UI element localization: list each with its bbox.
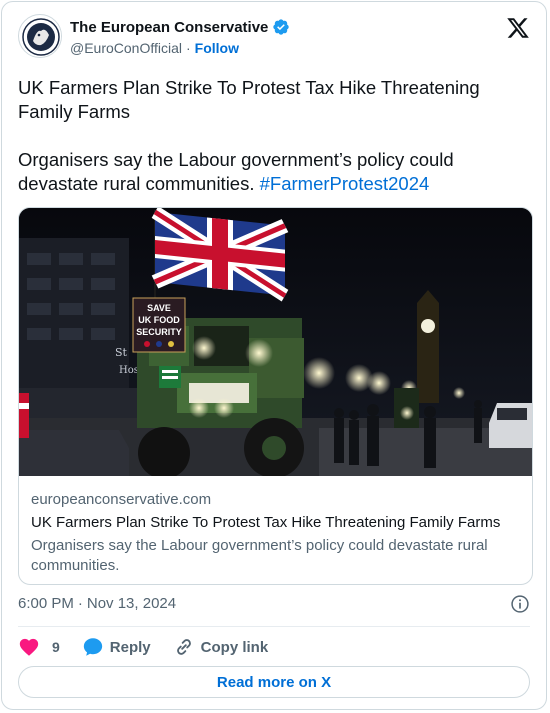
link-icon — [176, 639, 191, 655]
link-preview-card[interactable]: St Hospital — [18, 207, 533, 585]
link-title: UK Farmers Plan Strike To Protest Tax Hi… — [31, 514, 501, 531]
heart-icon — [19, 638, 39, 656]
reply-bubble-icon — [83, 638, 102, 656]
link-domain: europeanconservative.com — [31, 491, 212, 508]
avatar-logo-icon — [20, 16, 61, 57]
info-icon[interactable] — [510, 594, 530, 614]
avatar[interactable] — [18, 14, 62, 58]
copy-link-label: Copy link — [200, 638, 269, 656]
handle-row: @EuroConOfficial · Follow — [70, 40, 239, 56]
x-logo-icon[interactable] — [506, 16, 530, 40]
farmers-tractor-protest-photo: St Hospital — [19, 208, 532, 476]
timestamp-time: 6:00 PM — [18, 595, 74, 612]
display-name[interactable]: The European Conservative — [70, 19, 268, 36]
reply-label: Reply — [109, 638, 151, 656]
timestamp-date: Nov 13, 2024 — [86, 595, 177, 612]
tweet-text-line1: UK Farmers Plan Strike To Protest Tax Hi… — [18, 77, 480, 122]
svg-text:St: St — [115, 346, 128, 359]
tweet-header: The European Conservative @EuroConOffici… — [18, 14, 530, 62]
tweet-text-line2: Organisers say the Labour government’s p… — [18, 148, 498, 196]
tweet-text: UK Farmers Plan Strike To Protest Tax Hi… — [18, 76, 498, 196]
link-description: Organisers say the Labour government’s p… — [31, 537, 488, 574]
hashtag-link[interactable]: #FarmerProtest2024 — [260, 173, 430, 194]
like-button[interactable]: 9 — [18, 636, 60, 658]
follow-button[interactable]: Follow — [195, 40, 239, 56]
divider — [18, 626, 530, 627]
tweet-embed-card: The European Conservative @EuroConOffici… — [1, 1, 547, 710]
tweet-timestamp[interactable]: 6:00 PM · Nov 13, 2024 — [18, 595, 176, 612]
photo-sign-line3: SECURITY — [136, 327, 182, 337]
verified-badge-icon — [273, 19, 290, 35]
copy-link-button[interactable]: Copy link — [173, 636, 269, 658]
read-more-button[interactable]: Read more on X — [18, 666, 530, 698]
link-preview-meta: europeanconservative.com UK Farmers Plan… — [31, 490, 520, 576]
handle-separator: · — [186, 40, 191, 56]
name-row: The European Conservative — [70, 18, 290, 36]
action-bar: 9 Reply Copy link — [18, 634, 290, 660]
photo-sign-line1: SAVE — [147, 303, 171, 313]
handle[interactable]: @EuroConOfficial — [70, 40, 182, 56]
reply-button[interactable]: Reply — [82, 636, 151, 658]
photo-sign-line2: UK FOOD — [138, 315, 180, 325]
timestamp-separator: · — [77, 595, 83, 612]
link-preview-image: St Hospital — [19, 208, 532, 476]
like-count: 9 — [52, 639, 60, 655]
